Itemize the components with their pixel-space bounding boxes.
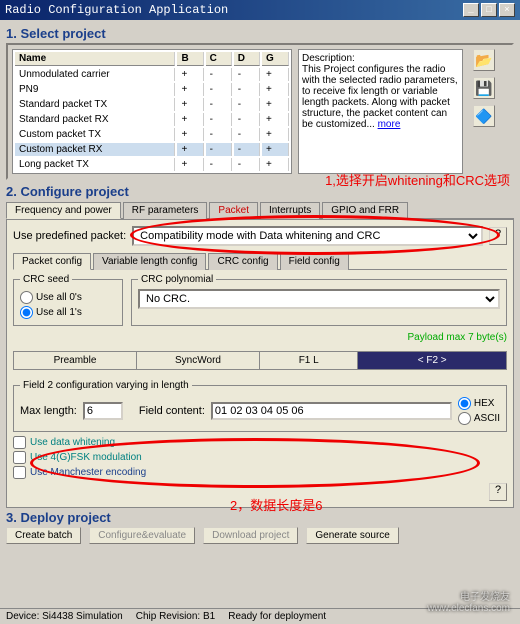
field2-fieldset: Field 2 configuration varying in length … [13, 380, 507, 432]
open-icon[interactable]: 📂 [473, 49, 495, 71]
payload-label: Payload max 7 byte(s) [13, 332, 507, 343]
description-label: Description: [302, 53, 459, 64]
main-tabs: Frequency and power RF parameters Packet… [6, 201, 514, 219]
col-g[interactable]: G [262, 52, 289, 66]
status-device: Device: Si4438 Simulation [0, 609, 130, 624]
crc-seed-1-label: Use all 1's [36, 307, 82, 318]
help-button-2[interactable]: ? [489, 483, 507, 501]
fieldcontent-input[interactable] [211, 402, 452, 420]
table-header-row: Name B C D G [15, 52, 289, 66]
pkt-f1l[interactable]: F1 L [260, 352, 358, 369]
field2-legend: Field 2 configuration varying in length [20, 380, 192, 391]
manchester-checkbox[interactable] [13, 466, 26, 479]
section1-title: 1. Select project [6, 26, 514, 41]
statusbar: Device: Si4438 Simulation Chip Revision:… [0, 608, 520, 624]
maxlen-input[interactable] [83, 402, 123, 420]
sub-tabs: Packet config Variable length config CRC… [13, 252, 507, 270]
crc-seed-legend: CRC seed [20, 274, 72, 285]
tab-rf[interactable]: RF parameters [123, 202, 208, 219]
ascii-label: ASCII [474, 413, 500, 424]
table-row[interactable]: PN9+--+ [15, 83, 289, 96]
tab-gpio[interactable]: GPIO and FRR [322, 202, 408, 219]
tab-packetconfig[interactable]: Packet config [13, 253, 91, 270]
hex-radio[interactable] [458, 397, 471, 410]
crc-seed-0-label: Use all 0's [36, 292, 82, 303]
tab-fieldconfig[interactable]: Field config [280, 253, 349, 270]
crc-seed-0-radio[interactable] [20, 291, 33, 304]
window-controls: _ □ × [463, 3, 515, 17]
col-b[interactable]: B [177, 52, 203, 66]
crc-seed-fieldset: CRC seed Use all 0's Use all 1's [13, 274, 123, 326]
configure-evaluate-button[interactable]: Configure&evaluate [89, 527, 195, 544]
create-batch-button[interactable]: Create batch [6, 527, 81, 544]
table-row[interactable]: Custom packet RX+--+ [15, 143, 289, 156]
maximize-button[interactable]: □ [481, 3, 497, 17]
table-row[interactable]: Custom packet TX+--+ [15, 128, 289, 141]
save-icon[interactable]: 💾 [473, 77, 495, 99]
table-row[interactable]: Standard packet RX+--+ [15, 113, 289, 126]
packet-diagram: Preamble SyncWord F1 L < F2 > [13, 351, 507, 370]
4gfsk-checkbox[interactable] [13, 451, 26, 464]
table-row[interactable]: Standard packet TX+--+ [15, 98, 289, 111]
minimize-button[interactable]: _ [463, 3, 479, 17]
pkt-preamble[interactable]: Preamble [14, 352, 137, 369]
crc-seed-1-radio[interactable] [20, 306, 33, 319]
table-row[interactable]: Long packet TX+--+ [15, 158, 289, 171]
predefined-label: Use predefined packet: [13, 230, 126, 242]
pkt-syncword[interactable]: SyncWord [137, 352, 260, 369]
table-row[interactable]: Unmodulated carrier+--+ [15, 68, 289, 81]
tab-packet[interactable]: Packet [209, 202, 258, 219]
tab-crcconfig[interactable]: CRC config [208, 253, 277, 270]
settings-icon[interactable]: 🔷 [473, 105, 495, 127]
status-revision: Chip Revision: B1 [130, 609, 222, 624]
section3-title: 3. Deploy project [6, 510, 514, 525]
download-project-button[interactable]: Download project [203, 527, 298, 544]
predefined-select[interactable]: Compatibility mode with Data whitening a… [132, 226, 483, 246]
section2-title: 2. Configure project [6, 184, 514, 199]
tab-interrupts[interactable]: Interrupts [260, 202, 320, 219]
generate-source-button[interactable]: Generate source [306, 527, 399, 544]
ascii-radio[interactable] [458, 412, 471, 425]
description-box: Description: This Project configures the… [298, 49, 463, 174]
close-button[interactable]: × [499, 3, 515, 17]
pkt-f2[interactable]: < F2 > [358, 352, 506, 369]
fieldcontent-label: Field content: [139, 405, 205, 417]
manchester-label: Use Manchester encoding [30, 467, 146, 478]
crc-poly-fieldset: CRC polynomial No CRC. [131, 274, 507, 326]
status-ready: Ready for deployment [222, 609, 333, 624]
hex-label: HEX [474, 398, 495, 409]
more-link[interactable]: more [378, 119, 401, 130]
window-title: Radio Configuration Application [5, 3, 228, 17]
whitening-label: Use data whitening [30, 437, 115, 448]
maxlen-label: Max length: [20, 405, 77, 417]
tab-varlenconfig[interactable]: Variable length config [93, 253, 206, 270]
tab-frequency[interactable]: Frequency and power [6, 202, 121, 219]
col-c[interactable]: C [206, 52, 232, 66]
whitening-checkbox[interactable] [13, 436, 26, 449]
crc-poly-legend: CRC polynomial [138, 274, 216, 285]
help-button[interactable]: ? [489, 227, 507, 245]
4gfsk-label: Use 4(G)FSK modulation [30, 452, 142, 463]
col-name[interactable]: Name [15, 52, 175, 66]
titlebar: Radio Configuration Application _ □ × [0, 0, 520, 20]
project-table: Name B C D G Unmodulated carrier+--+ PN9… [12, 49, 292, 174]
crc-poly-select[interactable]: No CRC. [138, 289, 500, 309]
col-d[interactable]: D [234, 52, 260, 66]
